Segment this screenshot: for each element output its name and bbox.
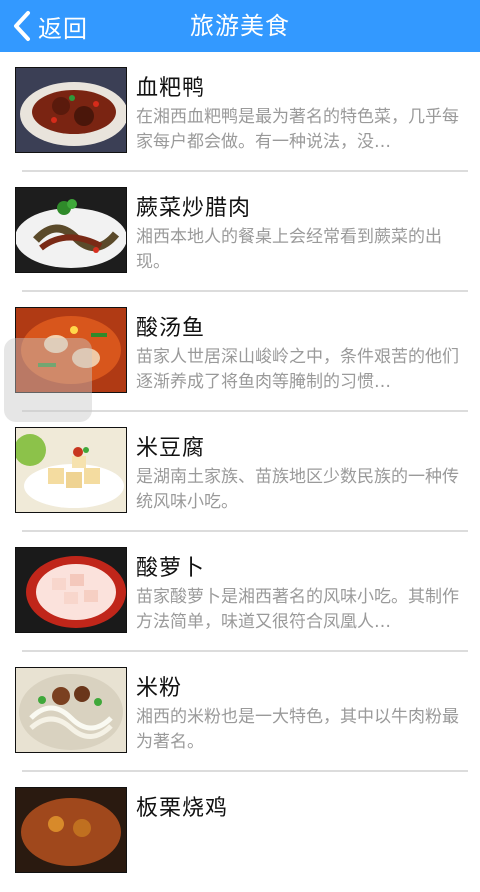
item-name: 酸汤鱼 [136,316,206,341]
list-item[interactable]: 酸萝卜 苗家酸萝卜是湘西著名的风味小吃。其制作方法简单，味道又很符合凤凰人… [0,532,480,652]
top-bar: 返回 旅游美食 [0,0,480,52]
pickled-radish-photo [15,547,127,633]
floating-handle[interactable] [4,338,92,422]
rice-tofu-photo [15,427,127,513]
item-name: 米粉 [136,676,183,701]
item-description: 湘西的米粉也是一大特色，其中以牛肉粉最为著名。 [136,707,459,752]
item-name: 酸萝卜 [136,556,206,581]
item-description: 湘西本地人的餐桌上会经常看到蕨菜的出现。 [136,227,442,272]
item-name: 米豆腐 [136,436,206,461]
item-description: 是湖南土家族、苗族地区少数民族的一种传统风味小吃。 [136,467,459,512]
list-item[interactable]: 蕨菜炒腊肉 湘西本地人的餐桌上会经常看到蕨菜的出现。 [0,172,480,292]
list-item[interactable]: 米豆腐 是湖南土家族、苗族地区少数民族的一种传统风味小吃。 [0,412,480,532]
fern-bacon-photo [15,187,127,273]
item-description: 在湘西血粑鸭是最为著名的特色菜，几乎每家每户都会做。有一种说法，没… [136,107,459,152]
list-item[interactable]: 米粉 湘西的米粉也是一大特色，其中以牛肉粉最为著名。 [0,652,480,772]
item-name: 蕨菜炒腊肉 [136,196,252,221]
item-name: 板栗烧鸡 [136,796,229,821]
list-item[interactable]: 板栗烧鸡 [0,772,480,892]
item-name: 血粑鸭 [136,76,206,101]
duck-dish-photo [15,67,127,153]
rice-noodles-photo [15,667,127,753]
item-description: 苗家酸萝卜是湘西著名的风味小吃。其制作方法简单，味道又很符合凤凰人… [136,587,459,632]
item-description: 苗家人世居深山峻岭之中，条件艰苦的他们逐渐养成了将鱼肉等腌制的习惯… [136,347,459,392]
page-title: 旅游美食 [190,12,290,40]
food-list: 血粑鸭 在湘西血粑鸭是最为著名的特色菜，几乎每家每户都会做。有一种说法，没… 蕨… [0,52,480,892]
list-item[interactable]: 血粑鸭 在湘西血粑鸭是最为著名的特色菜，几乎每家每户都会做。有一种说法，没… [0,52,480,172]
